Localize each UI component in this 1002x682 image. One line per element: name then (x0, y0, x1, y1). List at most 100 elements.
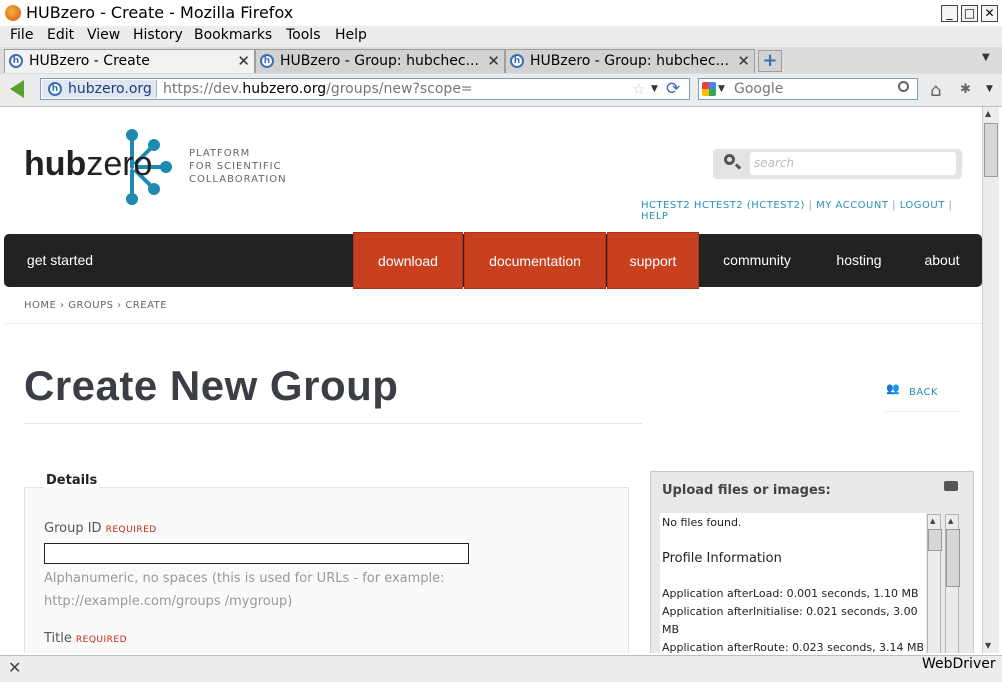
required-badge: REQUIRED (105, 525, 157, 535)
help-link[interactable]: HELP (641, 211, 668, 222)
google-icon[interactable] (702, 82, 716, 96)
close-button[interactable]: ✕ (981, 5, 998, 22)
minimize-button[interactable]: _ (941, 5, 958, 22)
scroll-up-arrow-icon[interactable]: ▲ (948, 517, 953, 525)
user-links: HCTEST2 HCTEST2 (HCTEST2) | MY ACCOUNT |… (641, 200, 953, 222)
breadcrumb-create: CREATE (125, 300, 168, 311)
nav-download[interactable]: download (353, 232, 463, 289)
tab-group-2[interactable]: h HUBzero - Group: hubchec... ✕ (505, 49, 755, 73)
logo-text-bold: hub (24, 145, 87, 183)
home-icon[interactable]: ⌂ (930, 80, 941, 101)
site-favicon: h (48, 82, 62, 96)
hubzero-favicon: h (9, 54, 23, 68)
my-account-link[interactable]: MY ACCOUNT (816, 200, 888, 211)
tab-hubzero-create[interactable]: h HUBzero - Create ✕ (4, 49, 255, 73)
status-bar (0, 655, 1002, 682)
tab-close-icon[interactable]: ✕ (237, 52, 250, 70)
menu-view[interactable]: View (87, 27, 120, 43)
profile-line: Application afterInitialise: 0.021 secon… (662, 605, 918, 618)
reload-icon[interactable]: ⟳ (666, 79, 680, 99)
tab-close-icon[interactable]: ✕ (487, 52, 500, 70)
panel-scroll-thumb[interactable] (946, 529, 960, 587)
back-arrow-icon[interactable] (10, 80, 24, 98)
tagline-line: FOR SCIENTIFIC (189, 161, 282, 172)
upload-title: Upload files or images: (662, 483, 831, 498)
site-search-placeholder: search (754, 156, 795, 170)
details-legend: Details (44, 473, 100, 488)
extension-chevron-icon[interactable]: ▼ (986, 84, 993, 94)
page-title: Create New Group (24, 362, 399, 409)
group-id-input[interactable] (44, 543, 469, 564)
url-suffix: /groups/new?scope= (326, 81, 473, 97)
menu-help[interactable]: Help (335, 27, 367, 43)
menu-file[interactable]: File (10, 27, 33, 43)
breadcrumb-groups[interactable]: GROUPS (68, 300, 113, 311)
nav-about[interactable]: about (910, 234, 974, 287)
menu-edit[interactable]: Edit (47, 27, 74, 43)
tab-close-icon[interactable]: ✕ (737, 52, 750, 70)
profile-heading: Profile Information (662, 551, 782, 566)
hubzero-logo[interactable]: hubzero (24, 145, 152, 184)
logo-text-light: zero (86, 145, 153, 183)
group-icon: 👥 (886, 382, 900, 395)
extension-icon[interactable]: ✱ (960, 82, 971, 97)
breadcrumb-home[interactable]: HOME (24, 300, 56, 311)
user-profile-link[interactable]: HCTEST2 HCTEST2 (HCTEST2) (641, 200, 805, 211)
new-tab-plus-icon[interactable]: + (758, 50, 782, 72)
tab-label: HUBzero - Group: hubchec... (530, 53, 729, 69)
file-list-scroll-thumb[interactable] (928, 529, 942, 551)
search-engine-chevron-icon[interactable]: ▼ (718, 84, 725, 94)
url-dropdown-chevron-icon[interactable]: ▼ (651, 84, 658, 94)
tagline: PLATFORM FOR SCIENTIFIC COLLABORATION (189, 147, 287, 186)
menu-tools[interactable]: Tools (286, 27, 321, 43)
maximize-button[interactable]: □ (961, 5, 978, 22)
tab-list-chevron-icon[interactable]: ▼ (982, 52, 990, 63)
firefox-icon (5, 5, 21, 21)
scroll-up-arrow-icon[interactable]: ▲ (930, 517, 935, 525)
required-badge: REQUIRED (75, 635, 128, 645)
nav-documentation[interactable]: documentation (464, 232, 606, 289)
upload-file-list (660, 513, 926, 653)
nav-support[interactable]: support (607, 232, 699, 289)
search-engine-placeholder: Google (734, 81, 784, 97)
search-icon[interactable] (724, 154, 735, 165)
profile-line: MB (662, 623, 680, 636)
nav-hosting[interactable]: hosting (824, 234, 894, 287)
tab-label: HUBzero - Group: hubchec... (280, 53, 479, 69)
status-text: WebDriver (922, 656, 996, 672)
divider (24, 423, 642, 424)
scroll-down-arrow-icon[interactable]: ▼ (985, 641, 991, 650)
url-domain: hubzero.org (242, 81, 327, 97)
title-label-text: Title (44, 631, 72, 646)
no-files-text: No files found. (662, 516, 742, 529)
breadcrumb: HOME › GROUPS › CREATE (24, 300, 168, 311)
group-id-label: Group ID REQUIRED (44, 521, 157, 536)
logout-link[interactable]: LOGOUT (900, 200, 945, 211)
nav-get-started[interactable]: get started (14, 234, 106, 287)
divider (4, 323, 982, 324)
tab-group-1[interactable]: h HUBzero - Group: hubchec... ✕ (255, 49, 505, 73)
profile-line: Application afterLoad: 0.001 seconds, 1.… (662, 587, 919, 600)
url-prefix: https://dev. (163, 81, 243, 97)
back-button-label[interactable]: BACK (909, 387, 938, 398)
tagline-line: PLATFORM (189, 148, 251, 159)
tagline-line: COLLABORATION (189, 174, 287, 185)
page-viewport: hubzero PLATFORM FOR SCIENTIFIC COLLABOR… (4, 107, 982, 653)
window-title: HUBzero - Create - Mozilla Firefox (26, 3, 294, 22)
url-text[interactable]: https://dev.hubzero.org/groups/new?scope… (163, 81, 473, 97)
site-identity-label: hubzero.org (68, 81, 152, 97)
status-close-icon[interactable]: ✕ (8, 658, 21, 677)
tab-label: HUBzero - Create (29, 53, 150, 69)
bookmark-star-icon[interactable]: ☆ (632, 80, 645, 98)
hubzero-favicon: h (260, 54, 274, 68)
upload-folder-icon[interactable] (944, 481, 958, 491)
search-magnifier-icon[interactable] (898, 81, 909, 92)
nav-community[interactable]: community (709, 234, 805, 287)
scroll-up-arrow-icon[interactable]: ▲ (985, 109, 991, 118)
page-scrollbar[interactable] (982, 107, 999, 653)
menu-bookmarks[interactable]: Bookmarks (194, 27, 272, 43)
hubzero-favicon: h (510, 54, 524, 68)
page-scroll-thumb[interactable] (984, 123, 998, 177)
menu-history[interactable]: History (133, 27, 183, 43)
search-bar[interactable] (698, 78, 918, 100)
